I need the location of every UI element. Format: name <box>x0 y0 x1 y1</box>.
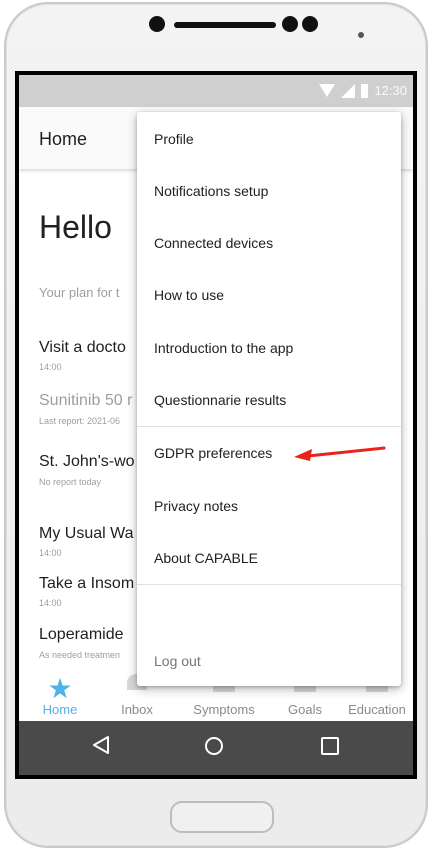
signal-icon <box>341 83 356 98</box>
nav-label: Symptoms <box>193 702 255 717</box>
menu-divider <box>137 426 401 427</box>
camera-lens <box>302 16 318 32</box>
nav-label: Education <box>348 702 406 717</box>
menu-item-notifications-setup[interactable]: Notifications setup <box>154 183 268 199</box>
status-bar: 12:30 <box>19 75 413 107</box>
back-icon[interactable] <box>92 735 110 755</box>
plan-item-report: Last report: 2021-06 <box>39 416 121 426</box>
nav-label: Home <box>42 702 78 717</box>
wifi-icon <box>319 84 336 97</box>
annotation-arrow-icon <box>294 446 386 461</box>
status-time: 12:30 <box>374 83 407 98</box>
overflow-menu: Profile Notifications setup Connected de… <box>137 112 401 686</box>
nav-label: Inbox <box>121 702 153 717</box>
plan-item-report: No report today <box>39 477 102 487</box>
plan-item-title[interactable]: Take a Insom <box>39 575 134 593</box>
menu-divider <box>137 584 401 585</box>
menu-item-how-to-use[interactable]: How to use <box>154 287 224 303</box>
page-title: Home <box>39 129 88 149</box>
menu-item-about[interactable]: About CAPABLE <box>154 550 258 566</box>
menu-item-privacy-notes[interactable]: Privacy notes <box>154 498 238 514</box>
earpiece-speaker <box>174 22 276 28</box>
front-camera <box>149 16 165 32</box>
recent-apps-icon[interactable] <box>321 737 339 755</box>
home-circle-icon[interactable] <box>205 737 223 755</box>
plan-item-time: 14:00 <box>39 548 62 558</box>
menu-item-connected-devices[interactable]: Connected devices <box>154 235 273 251</box>
plan-item-title[interactable]: St. John's-wo <box>39 453 135 471</box>
hardware-home-button[interactable] <box>170 801 274 833</box>
menu-item-introduction[interactable]: Introduction to the app <box>154 340 293 356</box>
plan-item-time: 14:00 <box>39 362 62 372</box>
plan-item-title[interactable]: Loperamide <box>39 626 124 644</box>
greeting: Hello <box>39 209 112 245</box>
camera-lens <box>282 16 298 32</box>
plan-label: Your plan for t <box>39 285 120 300</box>
battery-icon <box>361 83 369 98</box>
system-navigation-bar <box>19 721 413 775</box>
proximity-sensor <box>358 32 364 38</box>
plan-item-title[interactable]: Visit a docto <box>39 339 126 357</box>
plan-item-title[interactable]: Sunitinib 50 r <box>39 392 132 410</box>
plan-item-time: 14:00 <box>39 598 62 608</box>
plan-item-report: As needed treatmen <box>39 650 121 660</box>
nav-home[interactable]: ★ Home <box>25 672 95 721</box>
plan-item-title[interactable]: My Usual Wa <box>39 525 134 543</box>
menu-item-gdpr-preferences[interactable]: GDPR preferences <box>154 445 272 461</box>
nav-label: Goals <box>288 702 322 717</box>
menu-item-profile[interactable]: Profile <box>154 131 194 147</box>
menu-item-log-out[interactable]: Log out <box>154 653 201 669</box>
menu-item-questionnaire-results[interactable]: Questionnarie results <box>154 392 286 408</box>
star-icon: ★ <box>47 673 73 704</box>
